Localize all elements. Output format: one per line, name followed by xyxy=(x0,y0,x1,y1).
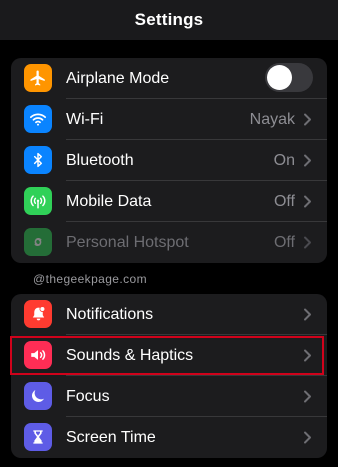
chevron-right-icon xyxy=(304,195,311,208)
row-value: Off xyxy=(273,193,295,210)
settings-row-wifi[interactable]: Wi-Fi Nayak xyxy=(11,99,327,140)
chevron-right-icon xyxy=(304,308,311,321)
sounds-haptics-highlight-box xyxy=(10,336,324,375)
wifi-icon xyxy=(24,105,52,133)
chevron-right-icon xyxy=(304,431,311,444)
bluetooth-icon xyxy=(24,146,52,174)
chevron-right-icon xyxy=(304,236,311,249)
settings-row-airplane-mode[interactable]: Airplane Mode xyxy=(11,58,327,99)
settings-row-notifications[interactable]: Notifications xyxy=(11,294,327,335)
row-label: Bluetooth xyxy=(66,152,134,169)
row-label: Screen Time xyxy=(66,429,156,446)
row-value: Off xyxy=(273,234,295,251)
row-value: On xyxy=(273,152,295,169)
hourglass-icon xyxy=(24,423,52,451)
bell-icon xyxy=(24,300,52,328)
hotspot-icon xyxy=(24,228,52,256)
antenna-icon xyxy=(24,187,52,215)
settings-row-mobile-data[interactable]: Mobile Data Off xyxy=(11,181,327,222)
navigation-bar: Settings xyxy=(0,0,338,40)
row-label: Airplane Mode xyxy=(66,70,170,87)
row-label: Notifications xyxy=(66,306,154,323)
chevron-right-icon xyxy=(304,154,311,167)
connectivity-group: Airplane Mode Wi-Fi Nayak Bluetooth On M… xyxy=(11,58,327,263)
settings-row-focus[interactable]: Focus xyxy=(11,376,327,417)
chevron-right-icon xyxy=(304,113,311,126)
row-label: Focus xyxy=(66,388,110,405)
settings-row-personal-hotspot[interactable]: Personal Hotspot Off xyxy=(11,222,327,263)
row-label: Personal Hotspot xyxy=(66,234,189,251)
chevron-right-icon xyxy=(304,390,311,403)
settings-row-bluetooth[interactable]: Bluetooth On xyxy=(11,140,327,181)
settings-row-screen-time[interactable]: Screen Time xyxy=(11,417,327,458)
airplane-mode-toggle[interactable] xyxy=(265,63,313,92)
row-label: Mobile Data xyxy=(66,193,152,210)
moon-icon xyxy=(24,382,52,410)
toggle-knob xyxy=(267,65,292,90)
watermark-text: @thegeekpage.com xyxy=(33,272,147,286)
airplane-icon xyxy=(24,64,52,92)
row-value: Nayak xyxy=(249,111,295,128)
row-label: Wi-Fi xyxy=(66,111,104,128)
page-title: Settings xyxy=(134,10,204,29)
notifications-group: Notifications Sounds & Haptics Focus Scr… xyxy=(11,294,327,458)
